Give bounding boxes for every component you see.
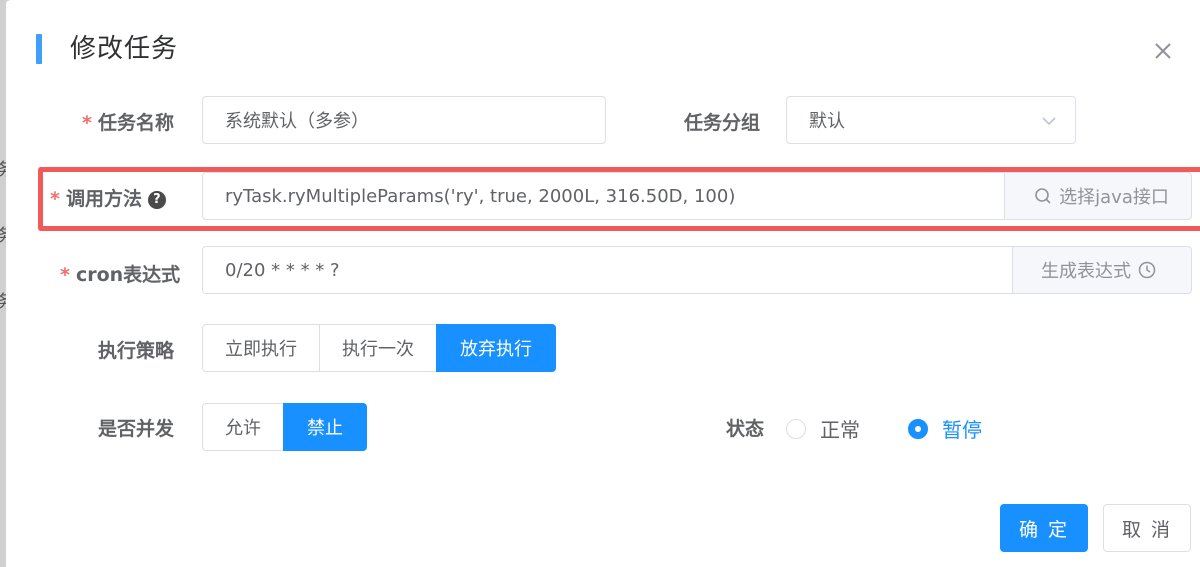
confirm-button[interactable]: 确 定 [1000,504,1088,552]
job-group-select[interactable]: 默认 [786,96,1076,144]
close-icon[interactable] [1152,40,1174,62]
job-group-label: 任务分组 [684,112,761,134]
edit-job-dialog: 修改任务 * 任务名称 系统默认（多参） 任务分组 默认 * 调用方法? ryTas… [6,0,1200,567]
job-name-value: 系统默认（多参） [225,111,369,132]
misfire-policy-label: 执行策略 [98,340,175,362]
clock-icon [1138,261,1156,279]
required-marker: * [82,112,92,134]
generate-expression-label: 生成表达式 [1041,261,1131,282]
generate-expression-button[interactable]: 生成表达式 [1012,246,1192,294]
radio-circle [786,418,806,439]
concurrent-allow-button[interactable]: 允许 [202,403,284,451]
misfire-abandon-button[interactable]: 放弃执行 [436,324,556,372]
required-marker: * [60,264,70,286]
job-name-input[interactable]: 系统默认（多参） [202,96,606,144]
status-radio-normal[interactable]: 正常 [786,414,860,443]
concurrent-group: 允许 禁止 [202,403,367,451]
dialog-title: 修改任务 [70,34,179,64]
cancel-button[interactable]: 取 消 [1103,504,1191,552]
concurrent-label: 是否并发 [98,418,175,440]
cron-input[interactable]: 0/20 * * * * ? [202,246,1016,294]
status-label: 状态 [726,418,765,440]
status-radio-paused[interactable]: 暂停 [908,414,982,443]
cron-label: * cron表达式 [60,264,181,286]
radio-circle [908,418,928,439]
status-normal-label: 正常 [820,418,860,442]
status-paused-label: 暂停 [942,418,982,442]
chevron-down-icon [1042,117,1056,126]
concurrent-forbid-button[interactable]: 禁止 [283,403,367,451]
misfire-policy-group: 立即执行 执行一次 放弃执行 [202,324,556,372]
job-name-label: * 任务名称 [82,112,174,134]
cron-value: 0/20 * * * * ? [225,259,340,281]
misfire-immediate-button[interactable]: 立即执行 [202,324,320,372]
title-accent-bar [36,34,42,64]
job-group-value: 默认 [809,111,845,132]
misfire-once-button[interactable]: 执行一次 [319,324,437,372]
highlight-box [38,167,1200,231]
